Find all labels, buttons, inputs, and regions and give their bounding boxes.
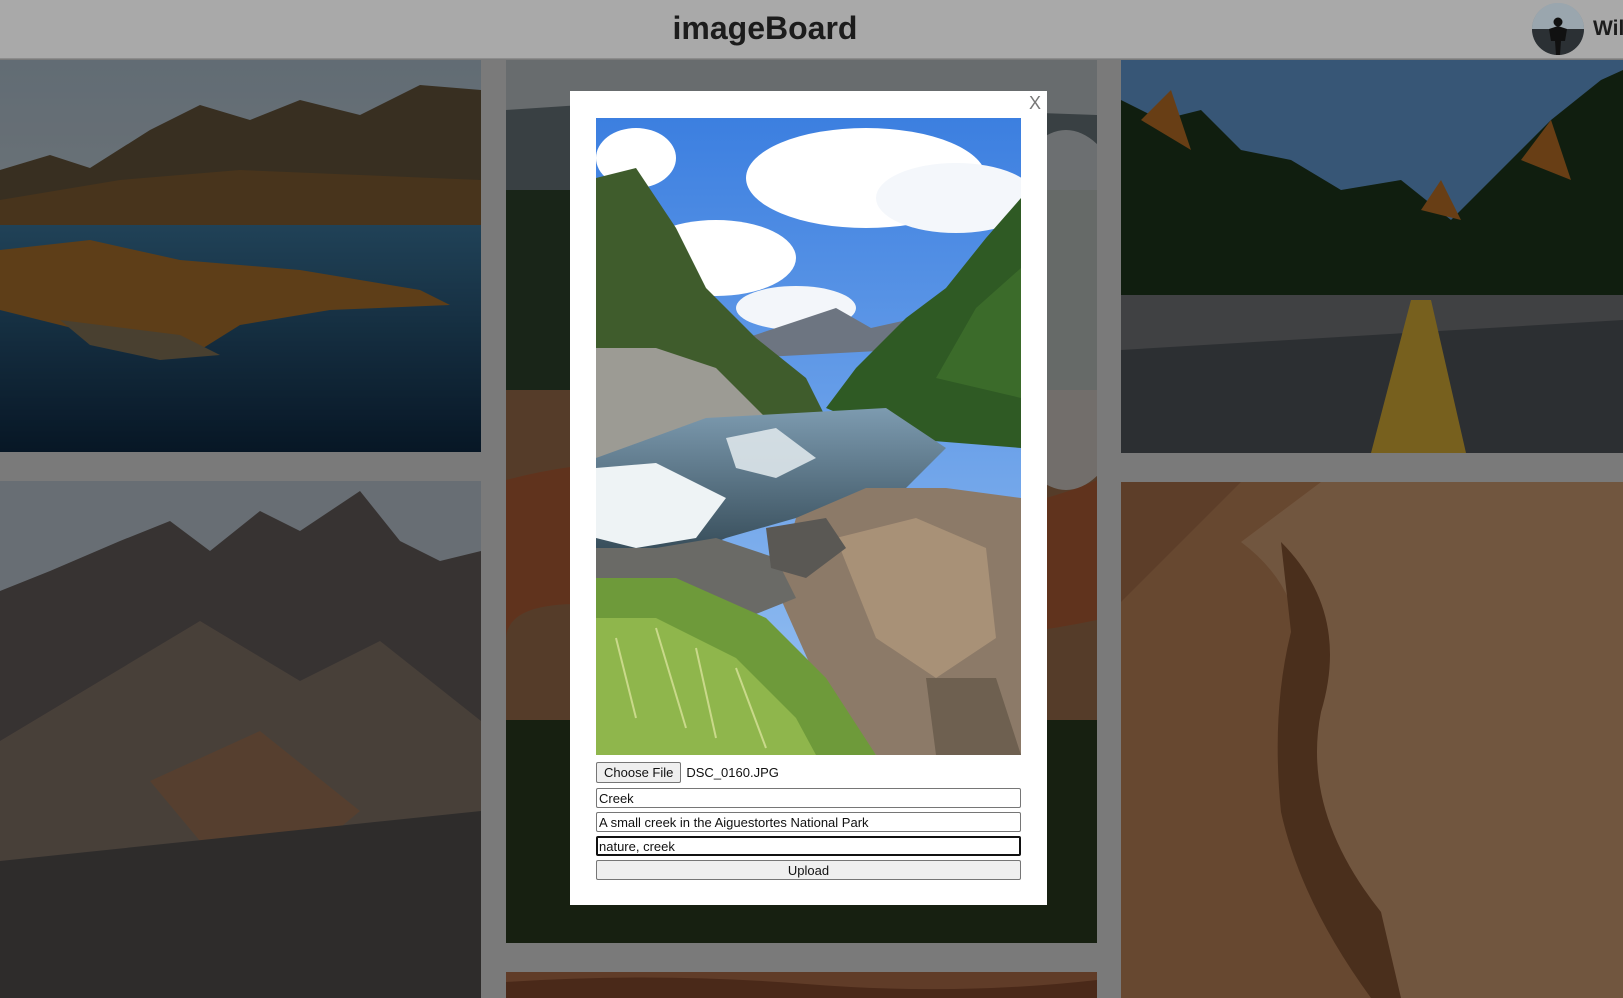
user-avatar[interactable] <box>1532 3 1584 55</box>
gallery-card-autumn-road[interactable] <box>1121 60 1623 453</box>
username[interactable]: Wil <box>1593 17 1623 41</box>
choose-file-button[interactable]: Choose File <box>596 761 682 783</box>
gallery-card-rocky-mountain[interactable] <box>0 481 481 998</box>
description-input[interactable] <box>596 812 1021 832</box>
gallery-card-canyon[interactable] <box>506 972 1097 998</box>
gallery-card-mountain-lake[interactable] <box>0 60 481 452</box>
close-button[interactable]: X <box>1029 93 1041 114</box>
title-input[interactable] <box>596 788 1021 808</box>
header-bar: imageBoard Wil <box>0 0 1623 59</box>
image-preview <box>596 118 1021 755</box>
selected-file-name: DSC_0160.JPG <box>686 764 779 780</box>
gallery-card-desert-dunes[interactable] <box>1121 482 1623 998</box>
app-title: imageBoard <box>672 10 858 46</box>
upload-button[interactable]: Upload <box>596 860 1021 880</box>
file-picker: Choose File DSC_0160.JPG <box>596 761 1021 783</box>
upload-modal: X Choose File DSC_0160.JPG Creek A small… <box>570 91 1047 905</box>
tags-input[interactable] <box>596 836 1021 856</box>
